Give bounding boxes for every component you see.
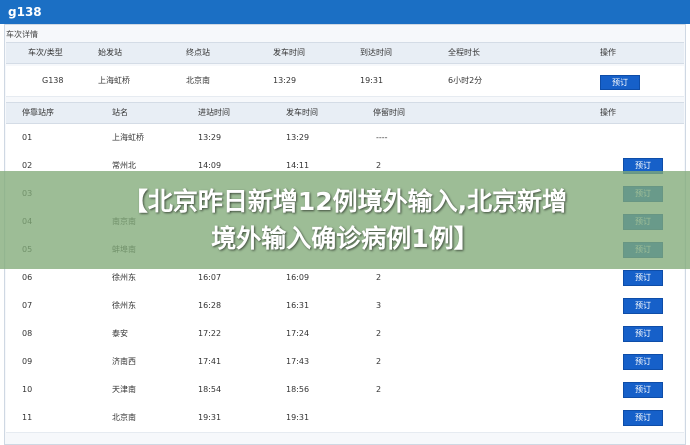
book-button-train[interactable]: 预订: [600, 75, 640, 90]
book-button[interactable]: 预订: [623, 270, 663, 286]
train-header-row: 车次/类型 始发站 终点站 发车时间 到达时间 全程时长 操作: [6, 42, 684, 64]
stop-depart-time: 16:31: [286, 301, 310, 310]
book-button[interactable]: 预订: [623, 354, 663, 370]
col-stop-action: 操作: [600, 108, 616, 117]
col-train-type: 车次/类型: [28, 48, 63, 57]
col-destination: 终点站: [186, 48, 210, 57]
stop-stay: ----: [376, 133, 388, 142]
stop-stay: 3: [376, 301, 382, 310]
book-button[interactable]: 预订: [623, 382, 663, 398]
stop-arrive-time: 13:29: [198, 133, 222, 142]
stop-depart-time: 17:43: [286, 357, 310, 366]
stop-arrive-time: 19:31: [198, 413, 222, 422]
col-origin: 始发站: [98, 48, 122, 57]
headline-line-2: 境外输入确诊病例1例】: [211, 224, 479, 253]
col-depart: 发车时间: [273, 48, 305, 57]
col-action: 操作: [600, 48, 616, 57]
window-title: g138: [8, 5, 42, 19]
col-depart-out: 发车时间: [286, 108, 318, 117]
stop-station: 天津南: [112, 385, 136, 394]
section-title: 车次详情: [6, 30, 38, 39]
stop-arrive-time: 17:22: [198, 329, 222, 338]
train-duration: 6小时2分: [448, 76, 483, 85]
stop-index: 07: [22, 301, 33, 310]
train-depart-time: 13:29: [273, 76, 297, 85]
book-button[interactable]: 预订: [623, 326, 663, 342]
stop-row: 07 徐州东 16:28 16:31 3: [6, 292, 684, 321]
train-origin: 上海虹桥: [98, 76, 130, 85]
stop-row: 01 上海虹桥 13:29 13:29 ----: [6, 124, 684, 153]
train-row: G138 上海虹桥 北京南 13:29 19:31 6小时2分: [6, 66, 684, 97]
stop-depart-time: 13:29: [286, 133, 310, 142]
stop-row: 08 泰安 17:22 17:24 2: [6, 320, 684, 349]
stop-arrive-time: 18:54: [198, 385, 222, 394]
stop-stay: 2: [376, 329, 382, 338]
stop-arrive-time: 16:28: [198, 301, 222, 310]
col-arrive: 到达时间: [360, 48, 392, 57]
headline-text: 【北京昨日新增12例境外输入,北京新增 境外输入确诊病例1例】: [0, 183, 690, 257]
stop-index: 01: [22, 133, 33, 142]
book-button[interactable]: 预订: [623, 410, 663, 426]
stop-stay: 2: [376, 385, 382, 394]
stop-station: 徐州东: [112, 301, 136, 310]
train-arrive-time: 19:31: [360, 76, 384, 85]
stop-index: 11: [22, 413, 33, 422]
train-destination: 北京南: [186, 76, 210, 85]
window-titlebar: g138: [0, 0, 690, 24]
stop-depart-time: 19:31: [286, 413, 310, 422]
stop-row: 09 济南西 17:41 17:43 2: [6, 348, 684, 377]
stop-row: 10 天津南 18:54 18:56 2: [6, 376, 684, 405]
stop-index: 10: [22, 385, 33, 394]
stop-station: 北京南: [112, 413, 136, 422]
stops-header-row: 停靠站序 站名 进站时间 发车时间 停留时间 操作: [6, 102, 684, 124]
stop-arrive-time: 17:41: [198, 357, 222, 366]
col-station: 站名: [112, 108, 128, 117]
stop-stay: 2: [376, 357, 382, 366]
col-duration: 全程时长: [448, 48, 480, 57]
stop-row: 11 北京南 19:31 19:31: [6, 404, 684, 433]
stop-station: 济南西: [112, 357, 136, 366]
col-stay: 停留时间: [373, 108, 405, 117]
col-stop-index: 停靠站序: [22, 108, 54, 117]
col-arrive-in: 进站时间: [198, 108, 230, 117]
book-button[interactable]: 预订: [623, 298, 663, 314]
stop-index: 09: [22, 357, 33, 366]
stop-depart-time: 17:24: [286, 329, 310, 338]
stop-index: 08: [22, 329, 33, 338]
stop-station: 上海虹桥: [112, 133, 144, 142]
headline-line-1: 【北京昨日新增12例境外输入,北京新增: [122, 187, 568, 216]
train-number: G138: [42, 76, 64, 85]
stop-depart-time: 18:56: [286, 385, 310, 394]
stop-station: 泰安: [112, 329, 128, 338]
